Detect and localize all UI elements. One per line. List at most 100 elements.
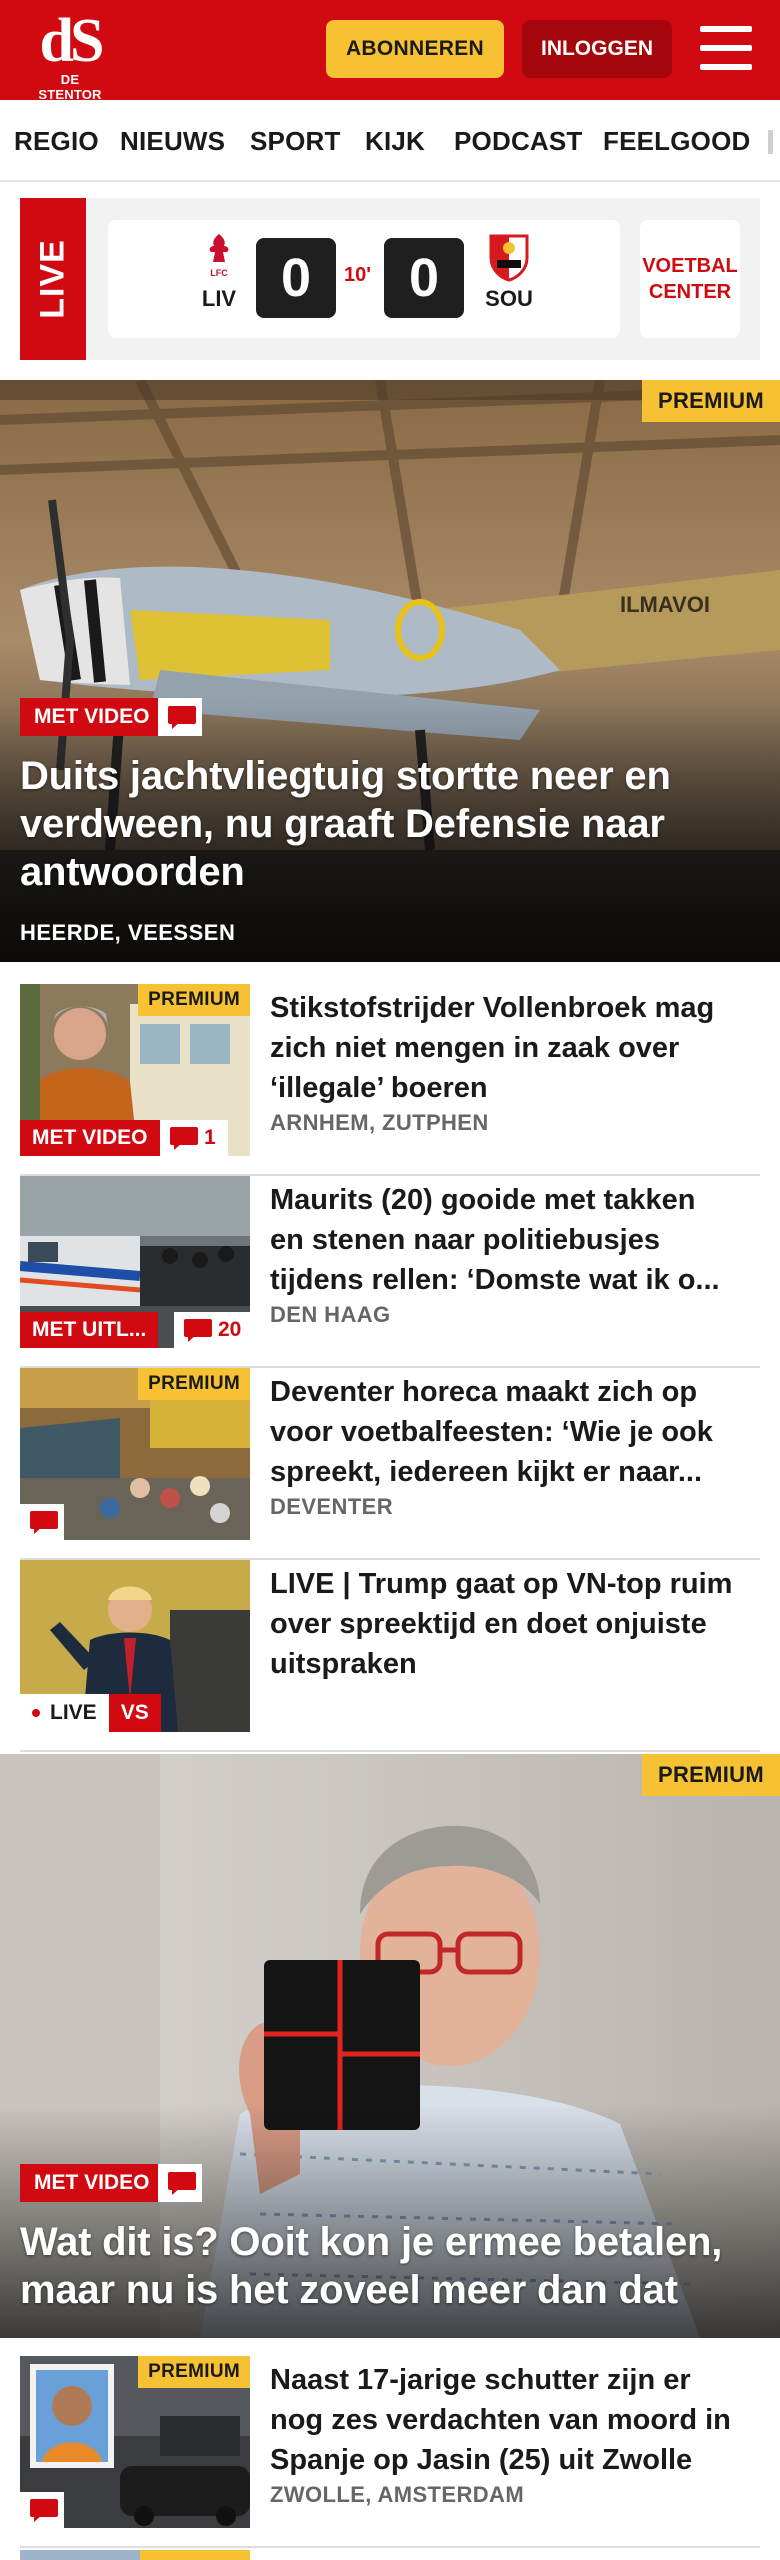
away-team: SOU (474, 232, 544, 312)
article-thumbnail: PREMIUM (20, 2356, 250, 2528)
premium-tag: PREMIUM (642, 380, 780, 422)
premium-tag: PREMIUM (138, 1368, 250, 1400)
article-title-line-1: Naast 17-jarige schutter zijn er (270, 2364, 691, 2396)
video-badge: MET VIDEO (20, 2164, 164, 2202)
comment-badge (158, 698, 202, 736)
article-title: Naast 17-jarige schutter zijn er nog zes… (270, 2360, 750, 2480)
hero-title: Duits jachtvliegtuig stortte neer en ver… (20, 752, 671, 896)
voetbal-center-label-2: CENTER (648, 281, 732, 303)
comment-icon (30, 1511, 58, 1534)
article-location: DEVENTER (270, 1494, 393, 1519)
article-title-line-2: en stenen naar politiebusjes (270, 1224, 660, 1256)
comment-count: 20 (218, 1318, 242, 1341)
away-score: 0 (384, 238, 464, 318)
comment-badge (20, 2492, 64, 2528)
hamburger-menu-icon[interactable] (700, 26, 752, 72)
southampton-crest-icon (474, 232, 544, 282)
article-title-line-3: Spanje op Jasin (25) uit Zwolle (270, 2444, 693, 2476)
article-card-5[interactable]: PREMIUM Naast 17-jarige schutter zijn er… (20, 2356, 760, 2548)
site-header: dS DE STENTOR ABONNEREN INLOGGEN (0, 0, 780, 102)
section-nav: REGIO NIEUWS SPORT KIJK PODCAST FEELGOOD (0, 100, 780, 182)
live-score-strip: LIVE LFC LIV 0 10' 0 SOU VOETBAL CENTER (20, 198, 760, 360)
comment-icon (168, 706, 196, 729)
comment-badge (20, 1504, 64, 1540)
video-badge: MET UITL... (20, 1312, 159, 1348)
match-minute: 10' (344, 264, 372, 286)
nav-item-sport[interactable]: SPORT (250, 126, 341, 157)
premium-tag: PREMIUM (138, 984, 250, 1016)
hero-article-1[interactable]: ILMAVOI PREMIUM MET VIDEO Duits jachtvli… (0, 380, 780, 962)
live-badge: LIVE VS (20, 1694, 161, 1732)
logo-mark: dS (39, 7, 105, 75)
live-label: LIVE (50, 1701, 97, 1724)
premium-tag: PREMIUM (138, 2356, 250, 2388)
article-title: LIVE | Trump gaat op VN-top ruim over sp… (270, 1564, 750, 1684)
article-location: ZWOLLE, AMSTERDAM (270, 2482, 525, 2507)
home-score: 0 (256, 238, 336, 318)
subscribe-button[interactable]: ABONNEREN (326, 20, 504, 78)
live-indicator: LIVE (20, 1694, 109, 1732)
hero-title-line-2: maar nu is het zoveel meer dan dat (20, 2268, 678, 2312)
hero-title-line-2: verdween, nu graaft Defensie naar (20, 802, 665, 846)
premium-tag: PREMIUM (642, 1754, 780, 1796)
live-dot-icon (32, 1709, 40, 1717)
comment-badge: 1 (160, 1120, 228, 1156)
nav-overflow-indicator (768, 130, 773, 154)
nav-item-nieuws[interactable]: NIEUWS (120, 126, 225, 157)
article-card-4[interactable]: LIVE VS LIVE | Trump gaat op VN-top ruim… (20, 1560, 760, 1752)
home-team: LFC LIV (184, 232, 254, 312)
article-location: DEN HAAG (270, 1302, 391, 1327)
live-tab-label: LIVE (33, 239, 72, 319)
hero-location: HEERDE, VEESSEN (20, 920, 236, 945)
article-title-line-1: LIVE | Trump gaat op VN-top ruim (270, 1568, 733, 1600)
article-title-line-1: Stikstofstrijder Vollenbroek mag (270, 992, 715, 1024)
liverpool-crest-icon: LFC (184, 232, 254, 282)
article-title-line-2: over spreektijd en doet onjuiste (270, 1608, 707, 1640)
hero-title-line-3: antwoorden (20, 850, 245, 894)
hero-article-2[interactable]: PREMIUM MET VIDEO Wat dit is? Ooit kon j… (0, 1754, 780, 2338)
article-thumbnail: PREMIUM (20, 1368, 250, 1540)
comment-badge: 20 (174, 1312, 250, 1348)
article-card-3[interactable]: PREMIUM Deventer horeca maakt zich op vo… (20, 1368, 760, 1560)
article-title-line-3: ‘illegale’ boeren (270, 1072, 488, 1104)
nav-item-podcast[interactable]: PODCAST (454, 126, 583, 157)
article-thumbnail: MET UITL... 20 (20, 1176, 250, 1348)
article-title-line-3: tijdens rellen: ‘Domste wat ik o... (270, 1264, 720, 1296)
voetbal-center-button[interactable]: VOETBAL CENTER (640, 220, 740, 338)
article-title-line-1: Maurits (20) gooide met takken (270, 1184, 696, 1216)
nav-item-kijk[interactable]: KIJK (365, 126, 425, 157)
article-title: Deventer horeca maakt zich op voor voetb… (270, 1372, 750, 1492)
video-badge: MET VIDEO (20, 1120, 160, 1156)
hero-title-line-1: Duits jachtvliegtuig stortte neer en (20, 754, 671, 798)
vs-tag: VS (108, 1694, 161, 1732)
comment-count: 1 (204, 1126, 216, 1149)
article-thumbnail: PREMIUM MET VIDEO 1 (20, 984, 250, 1156)
logo[interactable]: dS DE STENTOR (28, 7, 112, 102)
next-article-premium-tag (140, 2550, 250, 2560)
nav-item-regio[interactable]: REGIO (14, 126, 99, 157)
article-title: Stikstofstrijder Vollenbroek mag zich ni… (270, 988, 750, 1108)
article-thumbnail: LIVE VS (20, 1560, 250, 1732)
article-title: Maurits (20) gooide met takken en stenen… (270, 1180, 750, 1300)
logo-name: DE STENTOR (38, 72, 102, 102)
svg-text:LFC: LFC (210, 268, 228, 278)
comment-icon (184, 1319, 212, 1342)
article-title-line-2: voor voetbalfeesten: ‘Wie je ook (270, 1416, 713, 1448)
comment-icon (30, 2499, 58, 2522)
comment-badge (158, 2164, 202, 2202)
live-tab[interactable]: LIVE (20, 198, 86, 360)
video-badge: MET VIDEO (20, 698, 164, 736)
login-button[interactable]: INLOGGEN (522, 20, 672, 78)
article-card-1[interactable]: PREMIUM MET VIDEO 1 Stikstofstrijder Vol… (20, 984, 760, 1176)
article-location: ARNHEM, ZUTPHEN (270, 1110, 489, 1135)
hero-title-line-1: Wat dit is? Ooit kon je ermee betalen, (20, 2220, 723, 2264)
article-title-line-3: spreekt, iedereen kijkt er naar... (270, 1456, 703, 1488)
article-title-line-2: nog zes verdachten van moord in (270, 2404, 731, 2436)
article-card-2[interactable]: MET UITL... 20 Maurits (20) gooide met t… (20, 1176, 760, 1368)
nav-item-feelgood[interactable]: FEELGOOD (603, 126, 751, 157)
match-card[interactable]: LFC LIV 0 10' 0 SOU (108, 220, 620, 338)
home-team-abbr: LIV (201, 286, 237, 311)
comment-icon (170, 1127, 198, 1150)
article-title-line-2: zich niet mengen in zaak over (270, 1032, 680, 1064)
article-title-line-1: Deventer horeca maakt zich op (270, 1376, 698, 1408)
